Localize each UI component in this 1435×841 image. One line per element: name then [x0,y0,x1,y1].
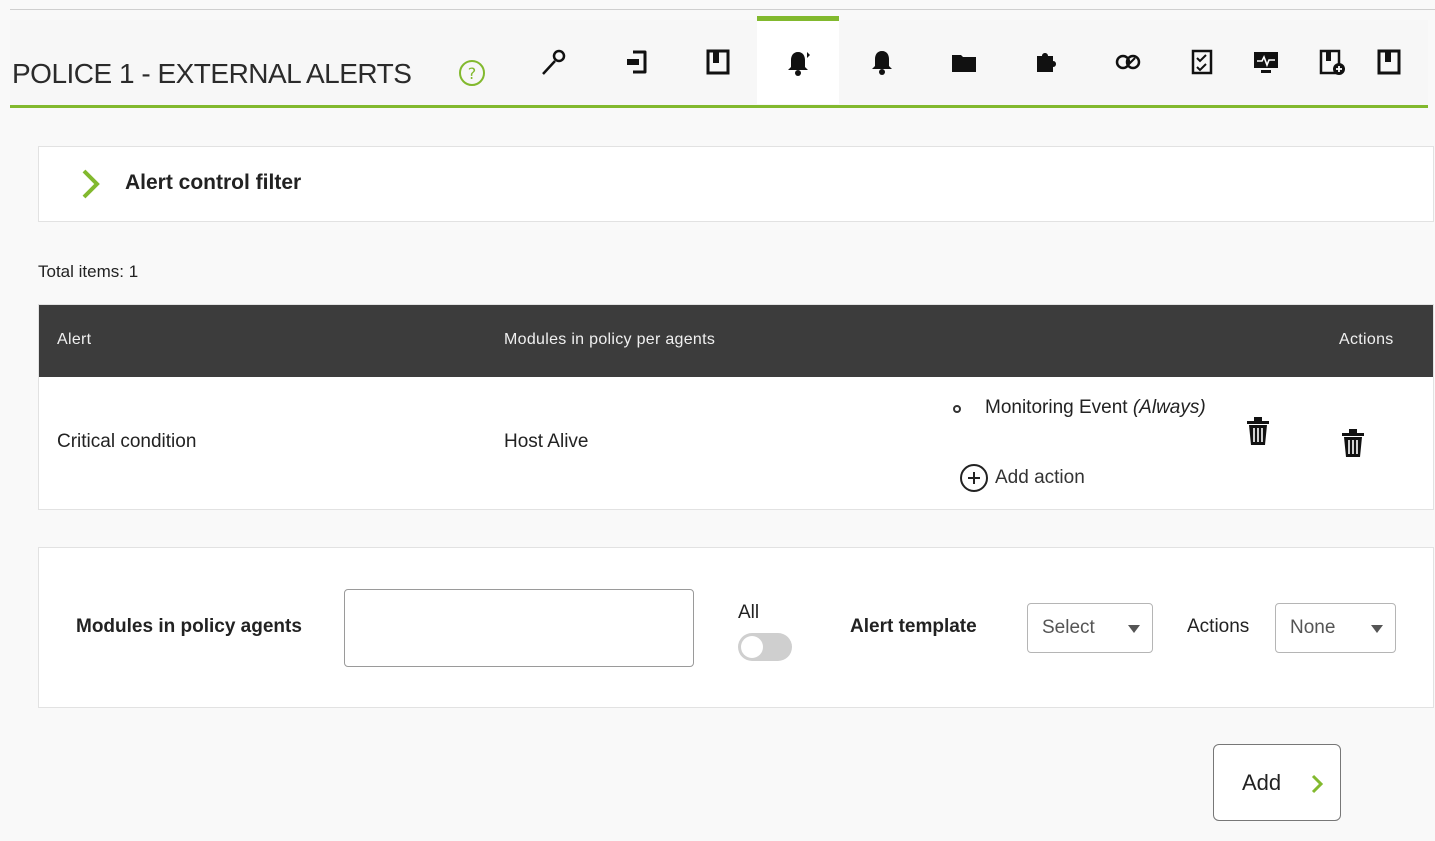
modules-label: Modules in policy agents [76,616,302,637]
column-alert: Alert [57,331,92,348]
checklist-icon [1191,49,1213,75]
chevron-right-icon [82,169,100,199]
plus-circle-icon [960,464,988,492]
caret-down-icon [1128,625,1140,633]
total-items: Total items: 1 [38,262,139,281]
column-actions: Actions [1339,331,1394,348]
alert-template-label: Alert template [850,616,977,637]
action-mode: (Always) [1132,397,1206,418]
add-module-icon [1319,49,1345,75]
collection-icon [1377,49,1401,75]
monitor-icon [1254,52,1278,73]
caret-down-icon [1371,625,1383,633]
all-label: All [738,602,760,623]
alert-template-value: Select [1042,617,1095,638]
plugin-icon [1037,53,1056,72]
module-name: Host Alive [504,431,589,452]
actions-value: None [1290,617,1336,638]
wrench-icon [542,49,566,75]
tab-add-module[interactable] [1300,20,1364,104]
modules-input[interactable] [344,589,694,667]
page-header: POLICE 1 - EXTERNAL ALERTS ? [10,16,1428,108]
modules-icon [706,49,730,75]
folder-icon [952,55,976,72]
actions-select[interactable]: None [1275,603,1396,653]
tab-inventory[interactable] [1096,20,1160,104]
add-button-label: Add [1242,770,1282,795]
action-name: Monitoring Event [985,397,1128,418]
inventory-link-icon [1115,54,1141,70]
add-button[interactable]: Add [1213,744,1341,821]
delete-action-icon[interactable] [1245,415,1271,447]
tab-monitor[interactable] [1234,20,1298,104]
tab-external-alerts[interactable] [757,16,839,104]
table-header: Alert Modules in policy per agents Actio… [39,305,1433,377]
column-modules: Modules in policy per agents [504,331,716,348]
alert-template-select[interactable]: Select [1027,603,1153,653]
chevron-right-icon [1311,774,1324,794]
filter-label: Alert control filter [125,171,302,194]
tab-modules[interactable] [686,20,750,104]
tab-collection[interactable] [1357,20,1421,104]
help-icon[interactable]: ? [458,59,486,87]
top-divider [10,9,1435,10]
sign-in-icon [627,50,647,74]
action-item: Monitoring Event (Always) [985,397,1206,419]
toggle-knob [741,636,763,658]
add-action-label: Add action [995,467,1085,488]
alert-name: Critical condition [57,431,197,452]
tab-checks[interactable] [1170,20,1234,104]
add-action-button[interactable]: Add action [959,463,1085,493]
alerts-table: Alert Modules in policy per agents Actio… [38,304,1434,510]
bullet-icon [953,405,961,413]
alerts-icon [872,51,892,75]
tab-agents[interactable] [604,20,668,104]
page-title: POLICE 1 - EXTERNAL ALERTS [12,58,412,89]
tab-alerts[interactable] [850,20,914,104]
alert-control-filter[interactable]: Alert control filter [38,146,1434,222]
tab-collections[interactable] [932,20,996,104]
all-toggle[interactable] [738,633,792,661]
svg-text:?: ? [468,64,477,83]
tab-setup[interactable] [522,20,586,104]
add-alert-form: Modules in policy agents All Alert templ… [38,547,1434,708]
delete-alert-icon[interactable] [1340,427,1366,459]
tab-plugins[interactable] [1014,20,1078,104]
actions-label: Actions [1187,616,1250,637]
external-alerts-icon [788,51,810,76]
